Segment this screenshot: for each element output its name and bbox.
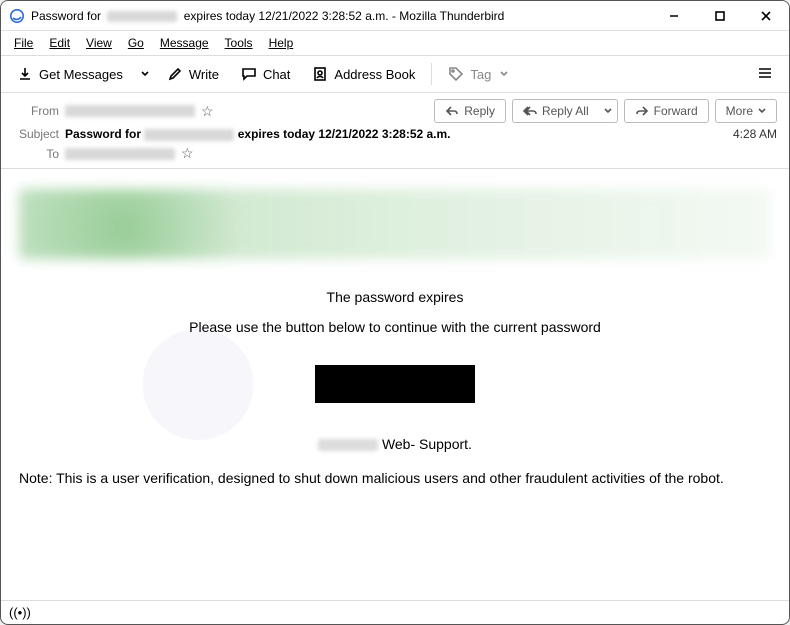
reply-label: Reply [464, 104, 495, 118]
from-row: From ☆ Reply Reply All Forward More [13, 99, 777, 123]
contact-star-icon[interactable]: ☆ [201, 103, 214, 120]
subject-row: Subject Password for expires today 12/21… [13, 127, 777, 141]
chat-label: Chat [263, 67, 290, 82]
app-icon [9, 8, 25, 24]
body-line-1: The password expires [19, 289, 771, 305]
body-content: The password expires Please use the butt… [19, 289, 771, 452]
reply-all-button[interactable]: Reply All [512, 99, 599, 123]
app-menu-button[interactable] [749, 60, 781, 89]
connection-status-icon: ((•)) [9, 605, 31, 620]
address-book-icon [312, 66, 328, 82]
tag-button[interactable]: Tag [440, 61, 516, 87]
to-value-redacted [65, 148, 175, 160]
subject-prefix: Password for [65, 127, 141, 141]
menu-edit[interactable]: Edit [42, 33, 77, 53]
chat-button[interactable]: Chat [233, 61, 298, 87]
menu-file[interactable]: File [7, 33, 40, 53]
forward-button[interactable]: Forward [624, 99, 709, 123]
close-button[interactable] [743, 1, 789, 30]
banner-image-redacted [19, 189, 771, 259]
support-brand-redacted [318, 439, 378, 451]
menu-message[interactable]: Message [153, 33, 216, 53]
message-body: The password expires Please use the butt… [1, 169, 789, 600]
title-redacted [107, 11, 177, 22]
titlebar: Password for expires today 12/21/2022 3:… [1, 1, 789, 31]
title-prefix: Password for [31, 9, 101, 23]
more-label: More [726, 104, 753, 118]
maximize-button[interactable] [697, 1, 743, 30]
subject-redacted [144, 129, 234, 141]
reply-button[interactable]: Reply [434, 99, 506, 123]
to-star-icon[interactable]: ☆ [181, 145, 194, 162]
from-label: From [13, 104, 59, 118]
message-time: 4:28 AM [733, 127, 777, 141]
get-messages-dropdown[interactable] [137, 65, 153, 83]
reply-all-label: Reply All [542, 104, 589, 118]
thunderbird-window: Password for expires today 12/21/2022 3:… [0, 0, 790, 625]
subject-label: Subject [13, 127, 59, 141]
tag-label: Tag [470, 67, 491, 82]
get-messages-label: Get Messages [39, 67, 123, 82]
more-button[interactable]: More [715, 99, 777, 123]
statusbar: ((•)) [1, 600, 789, 624]
phishing-button-redacted[interactable] [315, 365, 475, 403]
body-line-2: Please use the button below to continue … [19, 319, 771, 335]
window-title: Password for expires today 12/21/2022 3:… [31, 9, 504, 23]
body-note: Note: This is a user verification, desig… [19, 470, 771, 486]
address-book-label: Address Book [334, 67, 415, 82]
forward-icon [635, 104, 649, 118]
pencil-icon [167, 66, 183, 82]
hamburger-icon [757, 69, 773, 84]
subject-suffix: expires today 12/21/2022 3:28:52 a.m. [238, 127, 451, 141]
reply-icon [445, 104, 459, 118]
minimize-button[interactable] [651, 1, 697, 30]
menubar: File Edit View Go Message Tools Help [1, 31, 789, 55]
to-row: To ☆ [13, 145, 777, 162]
from-value-redacted [65, 105, 195, 117]
window-controls [651, 1, 789, 30]
subject-value: Password for expires today 12/21/2022 3:… [65, 127, 451, 141]
title-suffix: expires today 12/21/2022 3:28:52 a.m. - … [184, 9, 505, 23]
support-line: Web- Support. [19, 436, 771, 452]
menu-go[interactable]: Go [121, 33, 151, 53]
menu-help[interactable]: Help [262, 33, 301, 53]
toolbar-separator [431, 63, 432, 85]
chat-icon [241, 66, 257, 82]
support-suffix: Web- Support. [382, 436, 472, 452]
toolbar: Get Messages Write Chat Address Book Tag [1, 55, 789, 93]
forward-label: Forward [654, 104, 698, 118]
tag-icon [448, 66, 464, 82]
to-label: To [13, 147, 59, 161]
get-messages-button[interactable]: Get Messages [9, 61, 131, 87]
address-book-button[interactable]: Address Book [304, 61, 423, 87]
message-header: From ☆ Reply Reply All Forward More [1, 93, 789, 169]
write-label: Write [189, 67, 219, 82]
menu-view[interactable]: View [79, 33, 119, 53]
reply-all-dropdown[interactable] [599, 99, 618, 123]
write-button[interactable]: Write [159, 61, 227, 87]
download-icon [17, 66, 33, 82]
menu-tools[interactable]: Tools [218, 33, 260, 53]
reply-all-icon [523, 104, 537, 118]
reply-all-button-group: Reply All [512, 99, 618, 123]
